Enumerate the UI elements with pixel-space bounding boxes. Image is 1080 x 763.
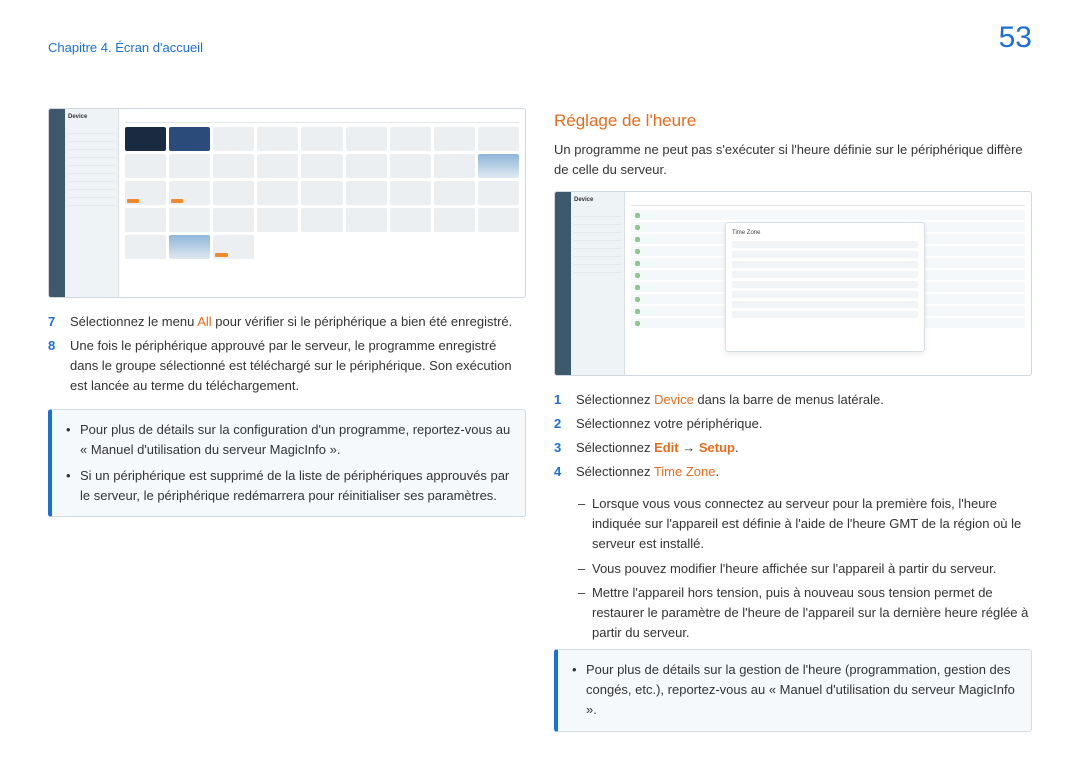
sub-item: Mettre l'appareil hors tension, puis à n… — [578, 583, 1032, 643]
screenshot-time-zone: Device Time Zone — [554, 191, 1032, 376]
step-number: 7 — [48, 312, 60, 332]
step-number: 8 — [48, 336, 60, 396]
ss2-panel-title: Device — [574, 196, 621, 205]
step-7: 7 Sélectionnez le menu All pour vérifier… — [48, 312, 526, 332]
step-text: Sélectionnez Edit → Setup. — [576, 438, 739, 458]
left-step-list: 7 Sélectionnez le menu All pour vérifier… — [48, 312, 526, 397]
right-sub-list: Lorsque vous vous connectez au serveur p… — [554, 494, 1032, 643]
breadcrumb: Chapitre 4. Écran d'accueil — [48, 38, 203, 58]
note-item: Pour plus de détails sur la gestion de l… — [572, 660, 1017, 720]
sub-item: Vous pouvez modifier l'heure affichée su… — [578, 559, 1032, 579]
step-3: 3 Sélectionnez Edit → Setup. — [554, 438, 1032, 458]
right-column: Réglage de l'heure Un programme ne peut … — [554, 108, 1032, 732]
step-number: 4 — [554, 462, 566, 482]
right-step-list: 1 Sélectionnez Device dans la barre de m… — [554, 390, 1032, 483]
step-2: 2 Sélectionnez votre périphérique. — [554, 414, 1032, 434]
page-number: 53 — [999, 15, 1032, 62]
section-intro: Un programme ne peut pas s'exécuter si l… — [554, 140, 1032, 180]
ss2-form-title: Time Zone — [732, 229, 918, 238]
note-item: Pour plus de détails sur la configuratio… — [66, 420, 511, 460]
screenshot-device-grid: Device — [48, 108, 526, 298]
step-number: 2 — [554, 414, 566, 434]
left-note-box: Pour plus de détails sur la configuratio… — [48, 409, 526, 518]
step-1: 1 Sélectionnez Device dans la barre de m… — [554, 390, 1032, 410]
ss1-panel-title: Device — [68, 113, 115, 122]
right-note-box: Pour plus de détails sur la gestion de l… — [554, 649, 1032, 731]
left-column: Device 7 Sélectionnez le — [48, 108, 526, 732]
step-text: Sélectionnez le menu All pour vérifier s… — [70, 312, 512, 332]
step-4: 4 Sélectionnez Time Zone. — [554, 462, 1032, 482]
step-8: 8 Une fois le périphérique approuvé par … — [48, 336, 526, 396]
step-text: Sélectionnez Device dans la barre de men… — [576, 390, 884, 410]
step-text: Sélectionnez Time Zone. — [576, 462, 719, 482]
step-text: Une fois le périphérique approuvé par le… — [70, 336, 526, 396]
note-item: Si un périphérique est supprimé de la li… — [66, 466, 511, 506]
section-title: Réglage de l'heure — [554, 108, 1032, 134]
step-text: Sélectionnez votre périphérique. — [576, 414, 762, 434]
sub-item: Lorsque vous vous connectez au serveur p… — [578, 494, 1032, 554]
step-number: 3 — [554, 438, 566, 458]
step-number: 1 — [554, 390, 566, 410]
